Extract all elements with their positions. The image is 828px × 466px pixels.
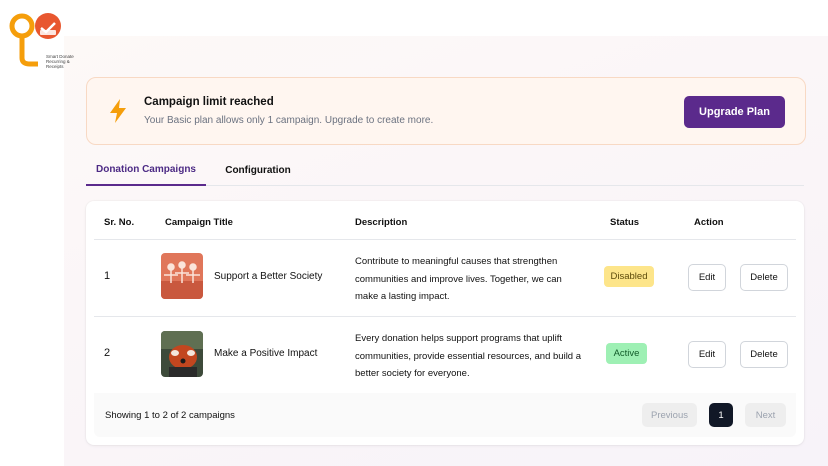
tab-donation-campaigns[interactable]: Donation Campaigns [86, 155, 206, 186]
brand-logo: Smart Donate Recurring & Receipts [8, 8, 74, 69]
tab-bar: Donation Campaigns Configuration [86, 155, 804, 186]
logo-text: Smart Donate Recurring & Receipts [46, 54, 74, 69]
page-1-button[interactable]: 1 [709, 403, 733, 427]
pagination-summary: Showing 1 to 2 of 2 campaigns [105, 410, 235, 421]
previous-page-button[interactable]: Previous [642, 403, 697, 427]
status-badge: Disabled [604, 266, 654, 287]
upgrade-alert-banner: Campaign limit reached Your Basic plan a… [86, 77, 806, 145]
upgrade-plan-button[interactable]: Upgrade Plan [684, 96, 785, 128]
campaigns-table-card: Sr. No. Campaign Title Description Statu… [86, 201, 804, 445]
campaign-description: Every donation helps support programs th… [355, 333, 582, 379]
header-action: Action [694, 217, 724, 228]
row-divider [94, 239, 796, 240]
delete-button[interactable]: Delete [740, 341, 788, 368]
campaign-thumbnail [161, 253, 203, 299]
campaign-thumbnail [161, 331, 203, 377]
alert-description: Your Basic plan allows only 1 campaign. … [144, 115, 434, 126]
row-sr-no: 1 [104, 270, 111, 282]
delete-button[interactable]: Delete [740, 264, 788, 291]
campaign-description: Contribute to meaningful causes that str… [355, 256, 562, 302]
campaign-title: Make a Positive Impact [214, 348, 318, 359]
edit-button[interactable]: Edit [688, 264, 726, 291]
header-status: Status [610, 217, 640, 228]
edit-button[interactable]: Edit [688, 341, 726, 368]
tab-configuration[interactable]: Configuration [214, 155, 302, 186]
row-sr-no: 2 [104, 347, 111, 359]
next-page-button[interactable]: Next [745, 403, 786, 427]
lightning-icon [110, 99, 126, 123]
row-divider [94, 316, 796, 317]
header-description: Description [355, 217, 408, 228]
status-badge: Active [606, 343, 647, 364]
alert-title: Campaign limit reached [144, 96, 274, 108]
header-campaign-title: Campaign Title [165, 217, 233, 228]
header-sr-no: Sr. No. [104, 217, 135, 228]
campaign-title: Support a Better Society [214, 271, 323, 282]
